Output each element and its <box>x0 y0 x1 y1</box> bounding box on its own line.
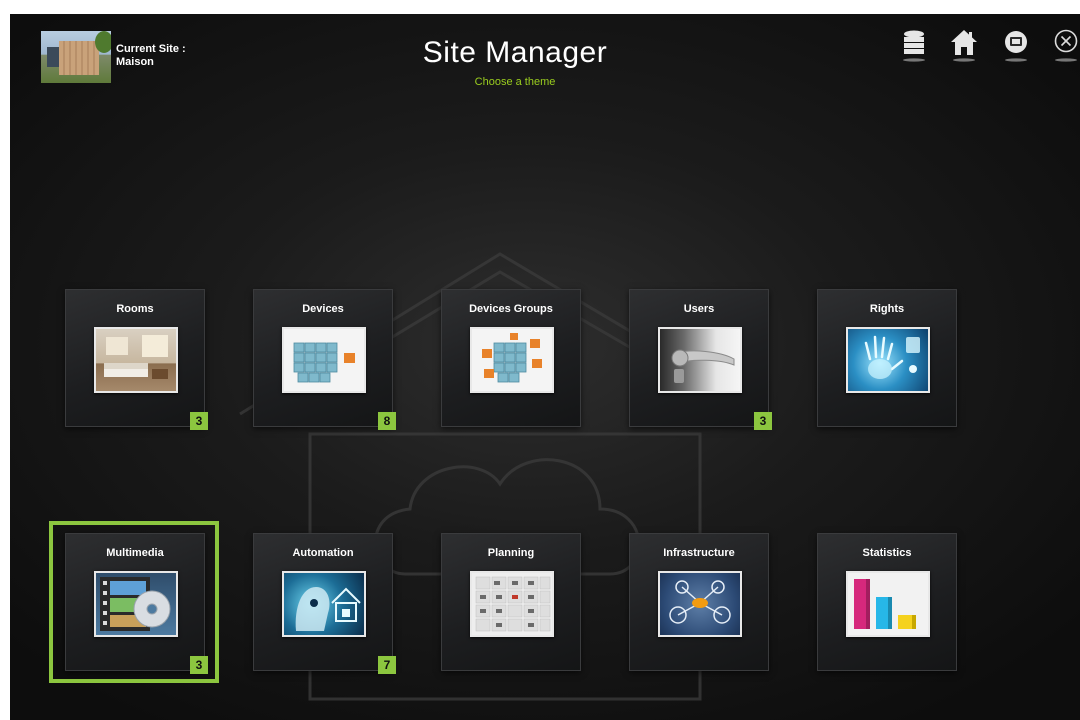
door-handle-icon <box>658 327 742 393</box>
tile-rooms[interactable]: Rooms 3 <box>65 289 208 430</box>
hand-scan-icon <box>846 327 930 393</box>
database-icon[interactable] <box>900 28 928 62</box>
tile-label: Rooms <box>116 303 154 315</box>
robot-home-icon <box>282 571 366 637</box>
tile-devices-groups[interactable]: Devices Groups <box>441 289 581 427</box>
tile-statistics[interactable]: Statistics <box>817 533 957 671</box>
tile-label: Users <box>683 303 715 315</box>
close-icon[interactable] <box>1052 28 1080 62</box>
display-icon[interactable] <box>1002 28 1030 62</box>
tile-multimedia[interactable]: Multimedia 3 <box>65 533 208 674</box>
bar-chart-icon <box>846 571 930 637</box>
cubes-icon <box>282 327 366 393</box>
calendar-icon <box>470 571 554 637</box>
tile-label: Infrastructure <box>663 547 735 559</box>
living-room-icon <box>94 327 178 393</box>
tile-infrastructure[interactable]: Infrastructure <box>629 533 769 671</box>
tile-label: Automation <box>292 547 354 559</box>
tile-automation[interactable]: Automation 7 <box>253 533 396 674</box>
tile-devices[interactable]: Devices 8 <box>253 289 396 430</box>
tile-label: Statistics <box>862 547 912 559</box>
tile-label: Planning <box>487 547 535 559</box>
page-title: Site Manager <box>422 36 608 69</box>
tile-count-badge: 8 <box>378 412 396 430</box>
home-icon[interactable] <box>950 28 978 62</box>
tile-count-badge: 7 <box>378 656 396 674</box>
tile-count-badge: 3 <box>190 412 208 430</box>
film-disc-icon <box>94 571 178 637</box>
tile-label: Devices <box>302 303 344 315</box>
tile-users[interactable]: Users 3 <box>629 289 772 430</box>
page-subtitle: Choose a theme <box>474 76 556 88</box>
tile-rights[interactable]: Rights <box>817 289 957 427</box>
tile-label: Multimedia <box>106 547 164 559</box>
tile-count-badge: 3 <box>190 656 208 674</box>
tile-count-badge: 3 <box>754 412 772 430</box>
tile-label: Devices Groups <box>469 303 553 315</box>
network-nodes-icon <box>658 571 742 637</box>
tile-planning[interactable]: Planning <box>441 533 581 671</box>
cubes-group-icon <box>470 327 554 393</box>
site-manager-screen: Current Site : Maison Site Manager Choos… <box>10 14 1080 720</box>
tile-label: Rights <box>869 303 905 315</box>
